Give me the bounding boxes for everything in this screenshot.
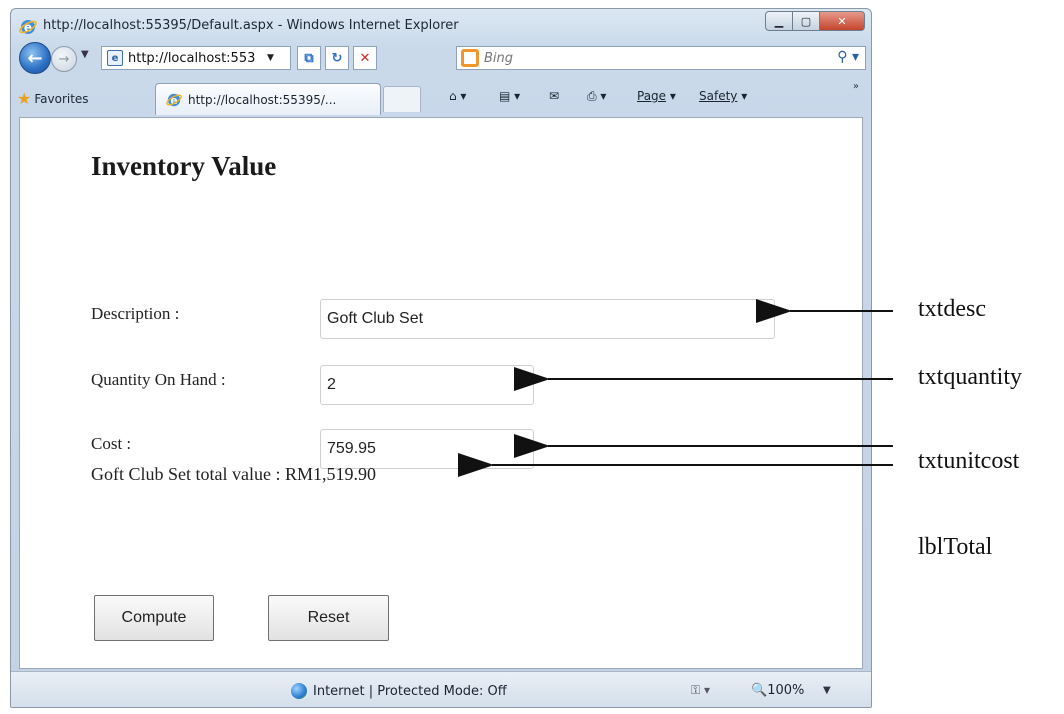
annotation-txtdesc: txtdesc <box>918 296 986 322</box>
annotation-txtunitcost: txtunitcost <box>918 448 1020 474</box>
annotation-txtquantity: txtquantity <box>918 364 1022 390</box>
annotation-lblTotal: lblTotal <box>918 534 993 560</box>
annotation-arrows <box>458 299 893 477</box>
